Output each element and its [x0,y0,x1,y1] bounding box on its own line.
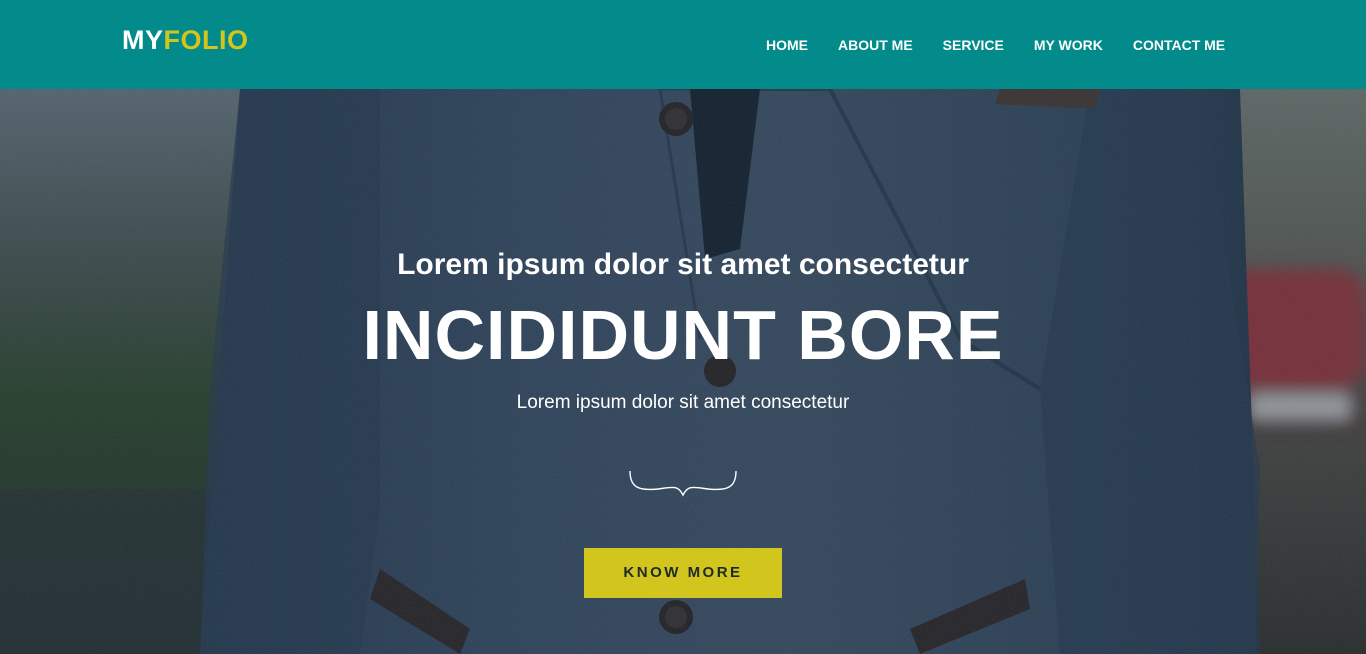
site-header: MYFOLIO HOME ABOUT ME SERVICE MY WORK CO… [0,0,1366,89]
nav-item-home[interactable]: HOME [766,35,808,55]
logo-text-folio: FOLIO [163,25,249,55]
hero-section: Lorem ipsum dolor sit amet consectetur I… [0,89,1366,654]
know-more-button[interactable]: KNOW MORE [584,548,782,598]
nav-item-about-me[interactable]: ABOUT ME [838,35,913,55]
hero-tagline: Lorem ipsum dolor sit amet consectetur [516,392,850,413]
hero-title: INCIDIDUNT BORE [362,296,1004,374]
logo-text-my: MY [122,25,164,55]
nav-item-service[interactable]: SERVICE [943,35,1004,55]
nav-item-contact-me[interactable]: CONTACT ME [1133,35,1225,55]
hero-subtitle: Lorem ipsum dolor sit amet consectetur [397,248,969,281]
site-logo[interactable]: MYFOLIO [122,24,249,56]
nav-item-my-work[interactable]: MY WORK [1034,35,1103,55]
main-nav: HOME ABOUT ME SERVICE MY WORK CONTACT ME [766,35,1225,55]
curly-brace-divider-icon [629,470,737,497]
